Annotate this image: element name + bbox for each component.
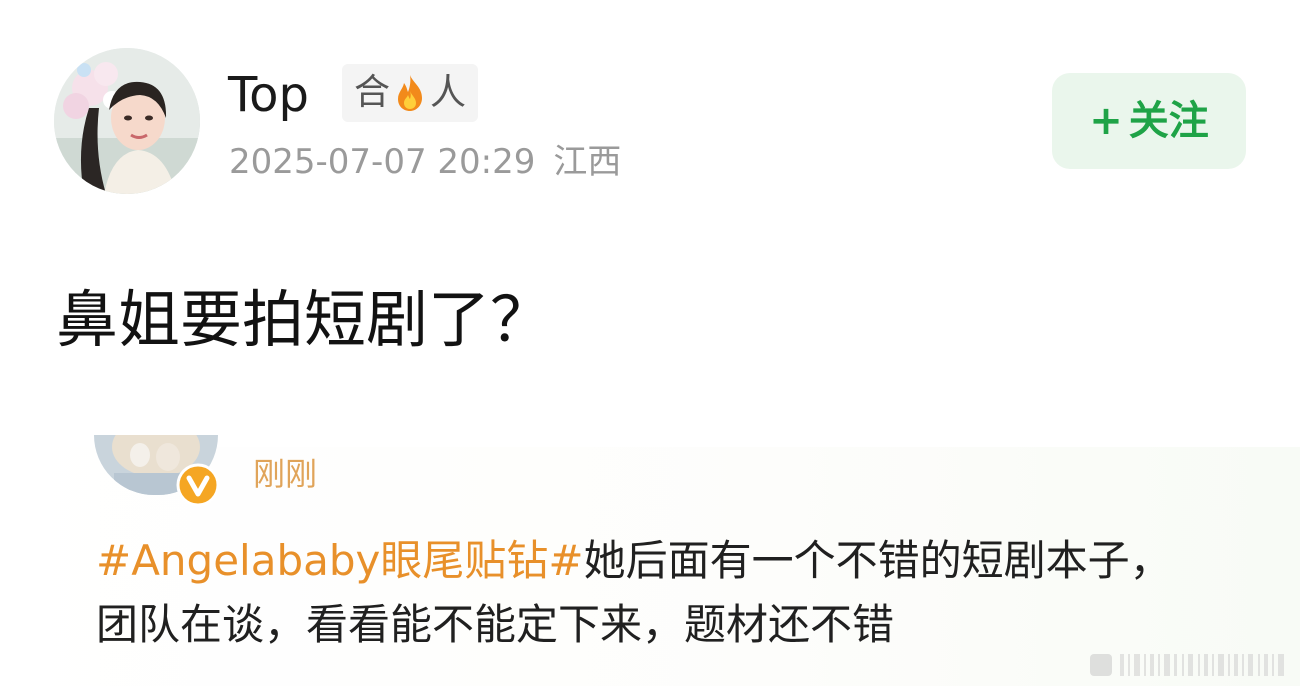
verified-badge-icon <box>176 463 220 507</box>
post-header: Top 合 人 2025-07-07 20:29 江西 + 关注 <box>0 0 1300 210</box>
post-text: 鼻姐要拍短剧了？ <box>56 283 553 356</box>
post-location: 江西 <box>553 142 622 182</box>
watermark-barcode-icon <box>1090 654 1284 676</box>
fire-icon <box>398 75 423 111</box>
username[interactable]: Top <box>228 66 309 124</box>
hashtag-link[interactable]: #Angelababy眼尾贴钻# <box>96 536 584 585</box>
avatar-photo <box>54 48 200 194</box>
quoted-time: 刚刚 <box>253 455 318 493</box>
user-tag[interactable]: 合 人 <box>342 64 479 122</box>
tag-suffix: 人 <box>430 72 467 113</box>
post-timestamp: 2025-07-07 20:29 <box>229 142 536 182</box>
tag-prefix: 合 <box>354 72 391 113</box>
follow-label: 关注 <box>1128 98 1209 144</box>
post-meta: 2025-07-07 20:29 江西 <box>229 140 621 184</box>
quoted-post-card[interactable]: 刚刚 #Angelababy眼尾贴钻#她后面有一个不错的短剧本子，团队在谈，看看… <box>0 435 1300 686</box>
avatar[interactable] <box>54 48 200 194</box>
quoted-text: #Angelababy眼尾贴钻#她后面有一个不错的短剧本子，团队在谈，看看能不能… <box>96 529 1196 657</box>
follow-button[interactable]: + 关注 <box>1052 73 1246 169</box>
plus-icon: + <box>1089 98 1123 144</box>
